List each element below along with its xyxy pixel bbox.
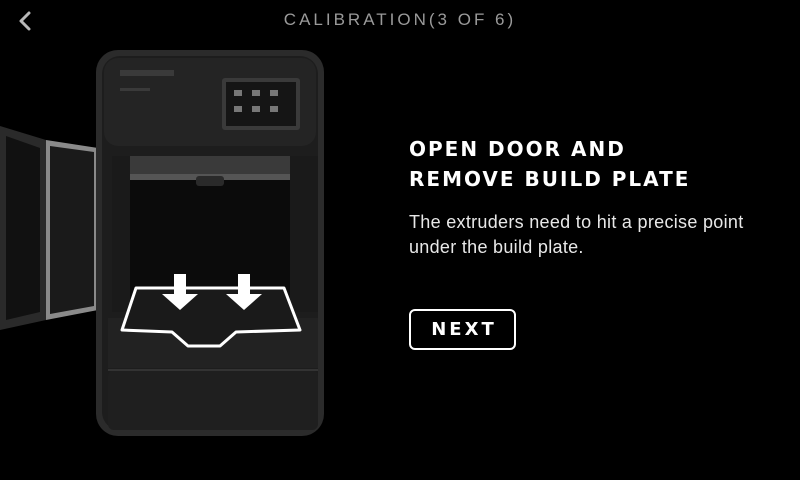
instruction-heading: OPEN DOOR AND REMOVE BUILD PLATE: [409, 134, 779, 194]
heading-line-2: REMOVE BUILD PLATE: [409, 167, 691, 191]
printer-door: [0, 126, 98, 330]
page-title: CALIBRATION(3 OF 6): [283, 10, 517, 29]
next-button[interactable]: NEXT: [409, 309, 516, 350]
printer-body: [96, 50, 324, 436]
printer-illustration: [0, 50, 324, 436]
instruction-description: The extruders need to hit a precise poin…: [409, 212, 744, 257]
heading-line-1: OPEN DOOR AND: [409, 137, 626, 161]
